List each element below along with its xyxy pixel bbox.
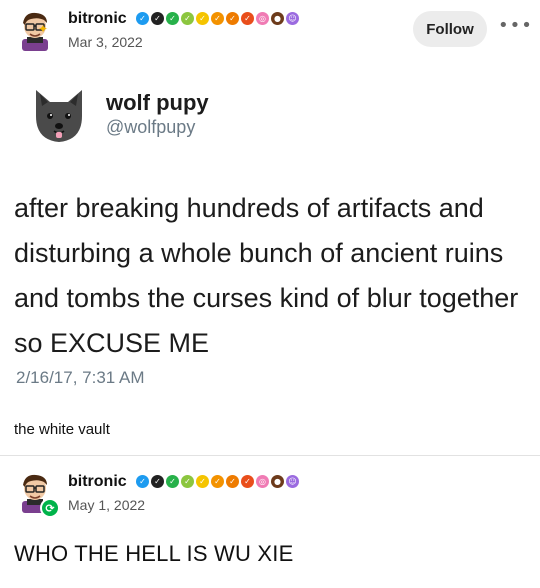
post-caption: the white vault <box>14 421 110 438</box>
quoted-handle: @wolfpupy <box>106 117 196 137</box>
spiral-badge: ◎ <box>256 475 269 488</box>
user-avatar[interactable] <box>14 9 56 51</box>
verified-orange2-badge: ✓ <box>226 475 239 488</box>
paw-badge: ● <box>271 12 284 25</box>
verified-yellow-badge: ✓ <box>196 475 209 488</box>
spiral-badge: ◎ <box>256 12 269 25</box>
verified-green-badge: ✓ <box>166 475 179 488</box>
follow-button[interactable]: Follow <box>413 11 487 47</box>
verified-black-badge: ✓ <box>151 12 164 25</box>
wolf-avatar-icon <box>28 84 90 146</box>
verified-orange-badge: ✓ <box>211 12 224 25</box>
verified-red-badge: ✓ <box>241 12 254 25</box>
verified-blue-badge: ✓ <box>136 12 149 25</box>
verified-lime-badge: ✓ <box>181 475 194 488</box>
paw-badge: ● <box>271 475 284 488</box>
reblog-icon: ⟳ <box>40 498 60 518</box>
verified-red-badge: ✓ <box>241 475 254 488</box>
reblog-date[interactable]: May 1, 2022 <box>68 497 145 513</box>
more-options-icon[interactable]: ••• <box>498 17 532 40</box>
verified-green-badge: ✓ <box>166 12 179 25</box>
quoted-tweet-text: after breaking hundreds of artifacts and… <box>14 193 519 358</box>
verified-yellow-badge: ✓ <box>196 12 209 25</box>
post-username[interactable]: bitronic <box>68 10 127 28</box>
sparkle-icon: ✦ <box>38 22 49 36</box>
post-header: ✦ bitronic ✓ ✓ ✓ ✓ ✓ ✓ ✓ ✓ ◎ ● ☺ Mar 3, 2022 Follo… <box>0 0 540 60</box>
ghost-badge: ☺ <box>286 12 299 25</box>
quoted-display-name: wolf pupy <box>106 90 209 115</box>
divider <box>0 455 540 456</box>
post-date[interactable]: Mar 3, 2022 <box>68 34 143 50</box>
reblog-text: WHO THE HELL IS WU XIE <box>14 541 294 566</box>
reblogger-username[interactable]: bitronic <box>68 473 127 491</box>
verified-black-badge: ✓ <box>151 475 164 488</box>
badge-row: ✓ ✓ ✓ ✓ ✓ ✓ ✓ ✓ ◎ ● ☺ <box>136 12 299 25</box>
verified-lime-badge: ✓ <box>181 12 194 25</box>
verified-orange2-badge: ✓ <box>226 12 239 25</box>
ghost-badge: ☺ <box>286 475 299 488</box>
badge-row-2: ✓ ✓ ✓ ✓ ✓ ✓ ✓ ✓ ◎ ● ☺ <box>136 475 299 488</box>
verified-orange-badge: ✓ <box>211 475 224 488</box>
quoted-timestamp: 2/16/17, 7:31 AM <box>16 368 145 387</box>
verified-blue-badge: ✓ <box>136 475 149 488</box>
